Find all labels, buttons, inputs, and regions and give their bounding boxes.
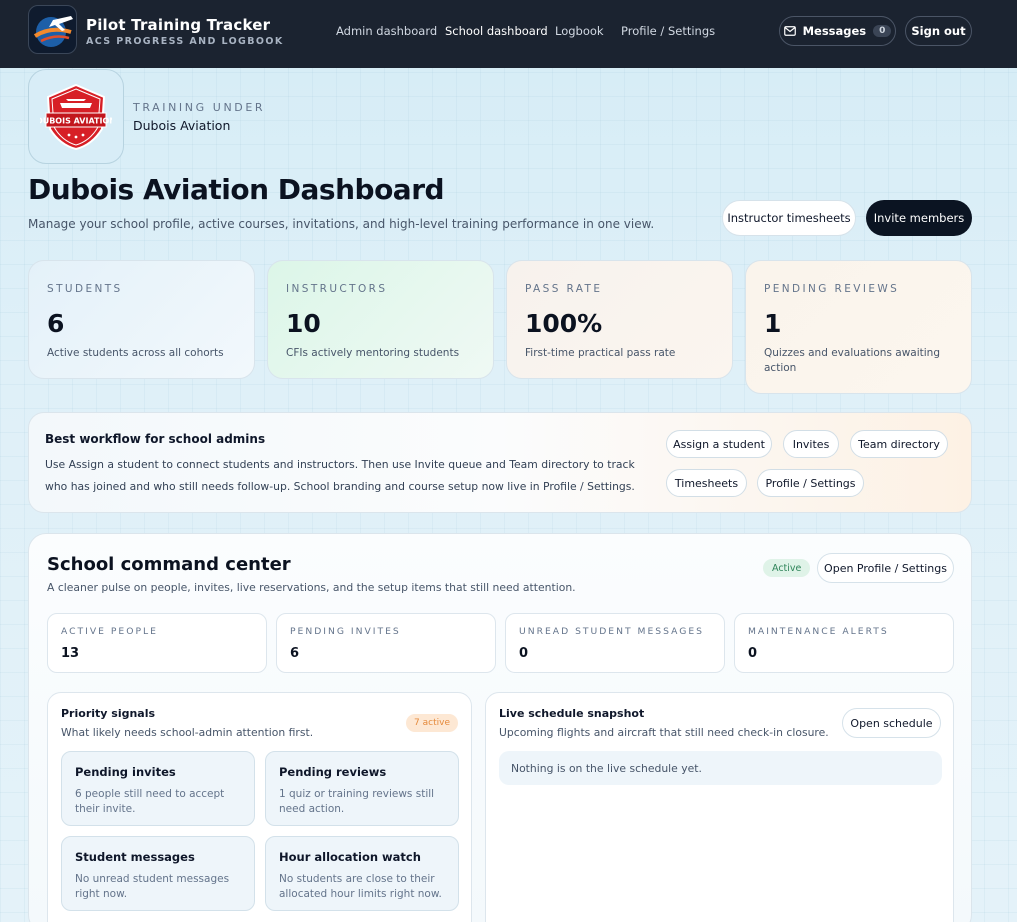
page-title: Dubois Aviation Dashboard [28, 173, 445, 206]
schedule-title: Live schedule snapshot [499, 707, 645, 720]
signal-desc: No unread student messages right now. [75, 873, 230, 900]
timesheets-chip[interactable]: Timesheets [666, 469, 747, 497]
messages-button[interactable]: Messages 0 [779, 16, 896, 46]
nav-profile-settings[interactable]: Profile / Settings [621, 24, 715, 38]
metric-active-people: ACTIVE PEOPLE 13 [47, 613, 267, 673]
app-title: Pilot Training Tracker [86, 16, 271, 34]
nav-admin-dashboard[interactable]: Admin dashboard [336, 24, 437, 38]
stat-card-students: STUDENTS 6 Active students across all co… [28, 260, 255, 379]
top-navbar: Pilot Training Tracker ACS PROGRESS AND … [0, 0, 1017, 68]
priority-signals-panel: Priority signals What likely needs schoo… [47, 692, 472, 922]
metric-value: 0 [519, 646, 529, 661]
nav-logbook[interactable]: Logbook [555, 24, 604, 38]
schedule-subtitle: Upcoming flights and aircraft that still… [499, 726, 829, 739]
team-directory-chip[interactable]: Team directory [850, 430, 948, 458]
stat-description: First-time practical pass rate [525, 347, 676, 359]
stat-value: 1 [764, 309, 782, 338]
stat-value: 10 [286, 309, 321, 338]
workflow-panel: Best workflow for school admins Use Assi… [28, 412, 972, 513]
signal-title: Student messages [75, 850, 195, 864]
signal-desc: 1 quiz or training reviews still need ac… [279, 788, 435, 815]
metric-label: MAINTENANCE ALERTS [748, 626, 889, 637]
page-subtitle: Manage your school profile, active cours… [28, 217, 655, 231]
metric-value: 0 [748, 646, 758, 661]
signal-card-pending-invites[interactable]: Pending invites 6 people still need to a… [61, 751, 255, 826]
metric-value: 13 [61, 646, 80, 661]
envelope-icon [783, 26, 796, 36]
school-crest-icon: DUBOIS AVIATION [40, 83, 112, 150]
stat-card-pending-reviews: PENDING REVIEWS 1 Quizzes and evaluation… [745, 260, 972, 394]
stat-description: Active students across all cohorts [47, 347, 224, 359]
signal-desc: No students are close to their allocated… [279, 873, 442, 900]
invites-chip[interactable]: Invites [783, 430, 839, 458]
signal-card-student-messages[interactable]: Student messages No unread student messa… [61, 836, 255, 911]
status-badge: Active [763, 559, 811, 577]
nav-school-dashboard[interactable]: School dashboard [445, 24, 548, 38]
priority-title: Priority signals [61, 707, 156, 720]
invite-members-button[interactable]: Invite members [866, 200, 972, 236]
stat-label: PENDING REVIEWS [764, 283, 900, 295]
app-subtitle: ACS PROGRESS AND LOGBOOK [86, 36, 284, 47]
live-schedule-panel: Live schedule snapshot Upcoming flights … [485, 692, 954, 922]
stat-value: 6 [47, 309, 65, 338]
stat-description: CFIs actively mentoring students [286, 347, 460, 359]
active-count-badge: 7 active [406, 714, 458, 732]
metric-maintenance-alerts: MAINTENANCE ALERTS 0 [734, 613, 954, 673]
signal-title: Pending invites [75, 765, 176, 779]
metric-label: UNREAD STUDENT MESSAGES [519, 626, 704, 637]
schedule-empty-state: Nothing is on the live schedule yet. [499, 751, 942, 785]
profile-settings-chip[interactable]: Profile / Settings [757, 469, 864, 497]
metric-value: 6 [290, 646, 300, 661]
training-under-label: TRAINING UNDER [133, 101, 266, 114]
metric-unread-messages: UNREAD STUDENT MESSAGES 0 [505, 613, 725, 673]
metric-label: ACTIVE PEOPLE [61, 626, 158, 637]
svg-text:DUBOIS AVIATION: DUBOIS AVIATION [40, 116, 112, 125]
command-center-subtitle: A cleaner pulse on people, invites, live… [47, 581, 576, 594]
app-logo-icon[interactable] [28, 5, 77, 54]
command-center-panel: School command center A cleaner pulse on… [28, 533, 972, 922]
stat-card-instructors: INSTRUCTORS 10 CFIs actively mentoring s… [267, 260, 494, 379]
command-center-title: School command center [47, 554, 291, 575]
messages-label: Messages [802, 24, 867, 38]
assign-student-chip[interactable]: Assign a student [666, 430, 772, 458]
workflow-text: Use Assign a student to connect students… [45, 458, 635, 493]
open-profile-settings-button[interactable]: Open Profile / Settings [817, 553, 954, 583]
stat-card-pass-rate: PASS RATE 100% First-time practical pass… [506, 260, 733, 379]
signal-title: Pending reviews [279, 765, 387, 779]
signal-title: Hour allocation watch [279, 850, 421, 864]
signal-desc: 6 people still need to accept their invi… [75, 788, 225, 815]
signal-card-hour-allocation[interactable]: Hour allocation watch No students are cl… [265, 836, 459, 911]
stat-label: STUDENTS [47, 283, 123, 295]
signal-card-pending-reviews[interactable]: Pending reviews 1 quiz or training revie… [265, 751, 459, 826]
stat-description: Quizzes and evaluations awaiting action [764, 347, 940, 374]
stat-value: 100% [525, 309, 603, 338]
school-logo: DUBOIS AVIATION [28, 69, 124, 164]
open-schedule-button[interactable]: Open schedule [842, 708, 941, 738]
sign-out-button[interactable]: Sign out [905, 16, 972, 46]
school-name: Dubois Aviation [133, 118, 231, 133]
instructor-timesheets-button[interactable]: Instructor timesheets [722, 200, 856, 236]
stat-label: PASS RATE [525, 283, 603, 295]
metric-label: PENDING INVITES [290, 626, 401, 637]
stat-label: INSTRUCTORS [286, 283, 388, 295]
metric-pending-invites: PENDING INVITES 6 [276, 613, 496, 673]
priority-subtitle: What likely needs school-admin attention… [61, 726, 314, 739]
messages-count-badge: 0 [873, 25, 892, 37]
workflow-title: Best workflow for school admins [45, 432, 266, 446]
